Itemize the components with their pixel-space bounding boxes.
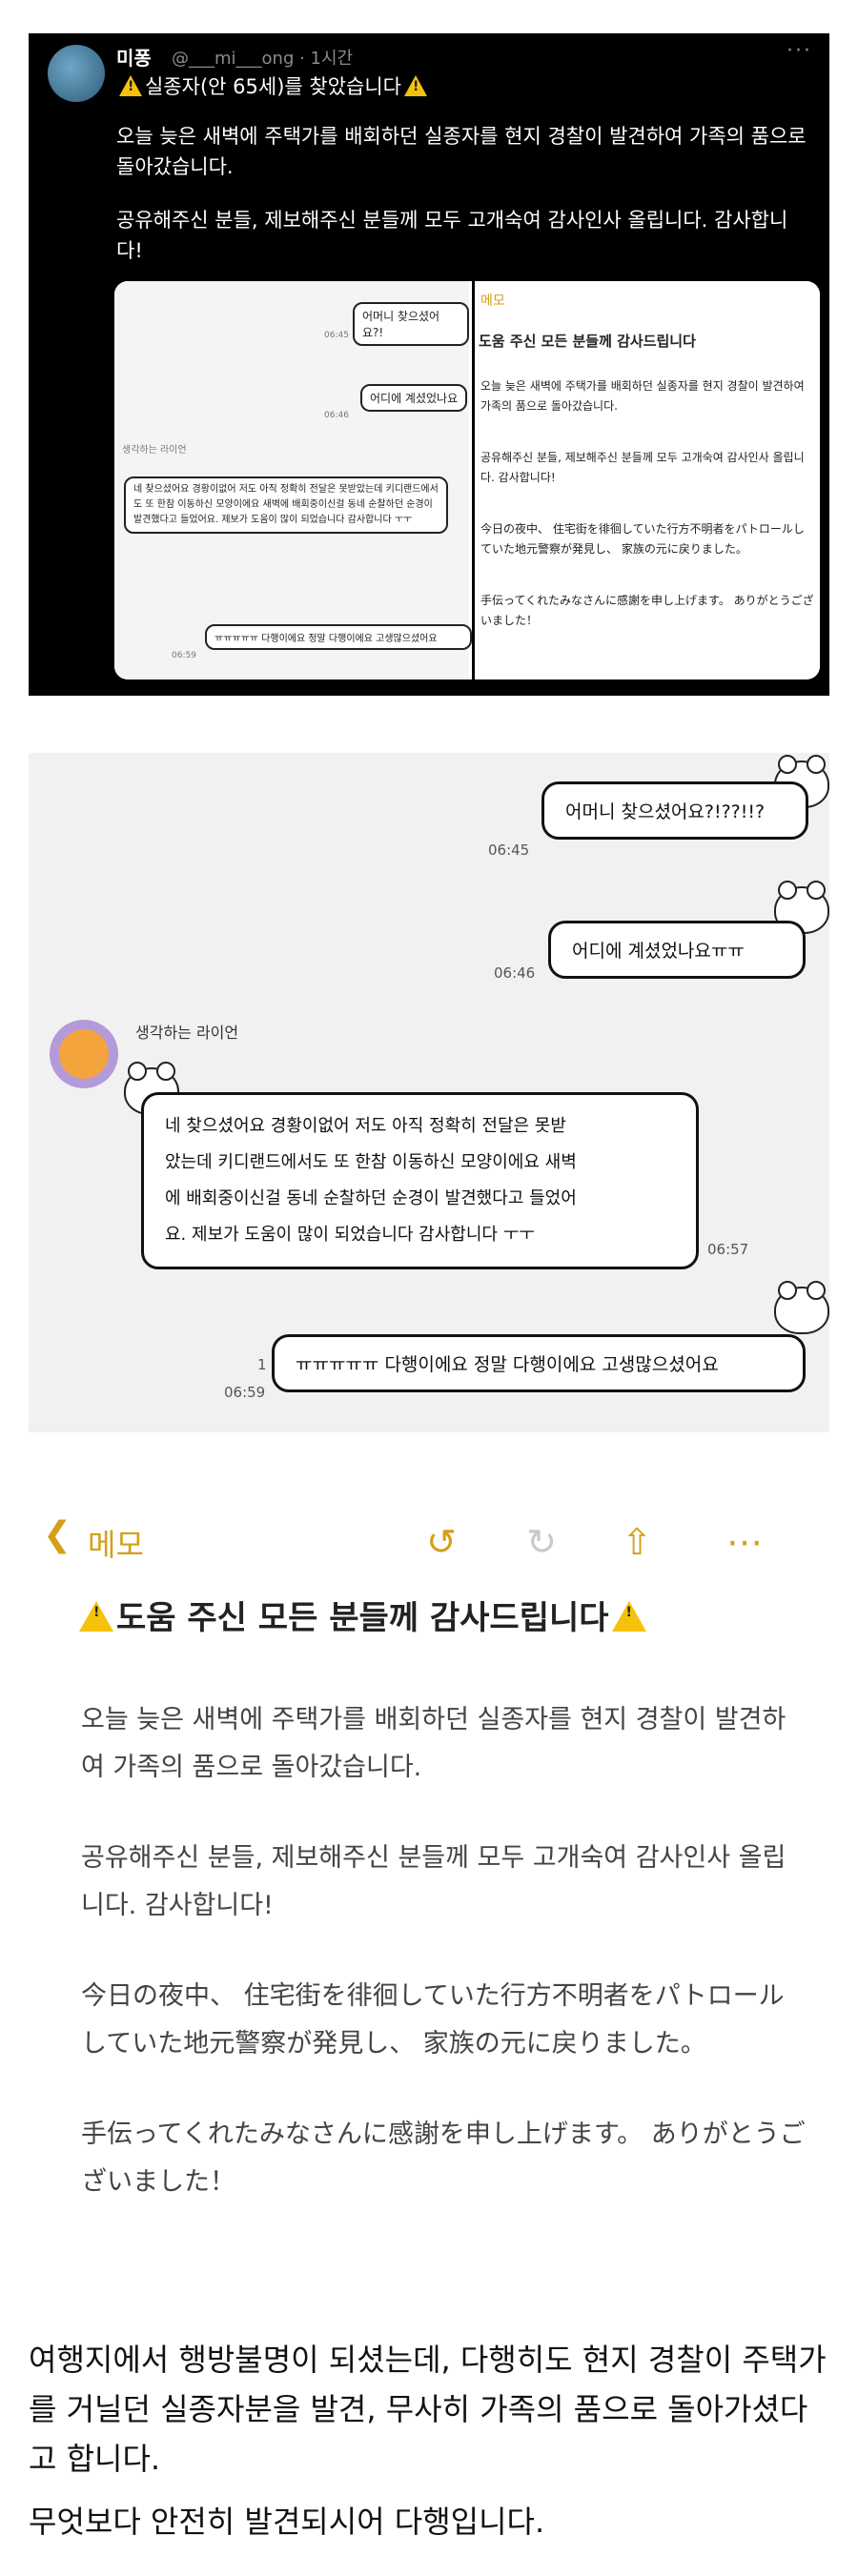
chat-sender: 생각하는 라이언 bbox=[122, 445, 187, 456]
media-chat-screenshot: 어머니 찾으셨어요?! 06:45 어디에 계셨었나요 06:46 생각하는 라… bbox=[114, 281, 472, 679]
tweet-title: 실종자(안 65세)를 찾았습니다 bbox=[116, 71, 430, 100]
undo-icon[interactable]: ↺ bbox=[419, 1520, 463, 1564]
chat-screenshot: 어머니 찾으셨어요?!??!!? 06:45 어디에 계셨었나요ㅠㅠ 06:46… bbox=[29, 753, 829, 1432]
memo-paragraph: 오늘 늦은 새벽에 주택가를 배회하던 실종자를 현지 경찰이 발견하여 가족의… bbox=[480, 379, 805, 413]
avatar[interactable] bbox=[48, 45, 105, 102]
chat-bubble: 어디에 계셨었나요 bbox=[360, 384, 468, 412]
chat-bubble: 네 찾으셨어요 경황이없어 저도 아직 정확히 전달은 못받았는데 키디랜드에서… bbox=[124, 477, 448, 534]
chat-time: 06:45 bbox=[324, 331, 349, 340]
memo-paragraph: 공유해주신 분들, 제보해주신 분들께 모두 고개숙여 감사인사 올립니다. 감… bbox=[480, 451, 805, 484]
memo-paragraph: 공유해주신 분들, 제보해주신 분들께 모두 고개숙여 감사인사 올립니다. 감… bbox=[81, 1843, 786, 1920]
chat-bubble-outgoing: 어디에 계셨었나요ㅠㅠ bbox=[548, 921, 806, 979]
tweet-media[interactable]: 어머니 찾으셨어요?! 06:45 어디에 계셨었나요 06:46 생각하는 라… bbox=[114, 281, 820, 679]
chevron-left-icon[interactable]: ❮ bbox=[43, 1515, 72, 1554]
unread-count: 1 bbox=[257, 1356, 267, 1373]
chat-time: 06:46 bbox=[324, 411, 349, 420]
memo-screenshot: ❮ 메모 ↺ ↻ ⇧ ⋯ 도움 주신 모든 분들께 감사드립니다 오늘 늦은 새… bbox=[29, 1468, 829, 2230]
memo-title-text: 도움 주신 모든 분들께 감사드립니다 bbox=[116, 1599, 609, 1637]
chat-time: 06:45 bbox=[488, 842, 530, 859]
share-icon[interactable]: ⇧ bbox=[615, 1520, 659, 1564]
chat-sender-name: 생각하는 라이언 bbox=[135, 1024, 239, 1042]
chat-line: 에 배회중이신걸 동네 순찰하던 순경이 발견했다고 들었어 bbox=[165, 1188, 577, 1208]
chat-time: 06:59 bbox=[172, 651, 196, 660]
warning-icon bbox=[79, 1601, 113, 1632]
memo-title: 도움 주신 모든 분들께 감사드립니다 bbox=[76, 1592, 649, 1638]
memo-paragraph: 手伝ってくれたみなさんに感謝を申し上げます。 ありがとうございました！ bbox=[81, 2120, 806, 2197]
chat-bubble-incoming: 네 찾으셨어요 경황이없어 저도 아직 정확히 전달은 못받 았는데 키디랜드에… bbox=[141, 1092, 699, 1269]
ryan-avatar[interactable] bbox=[50, 1020, 118, 1088]
post-paragraph: 여행지에서 행방불명이 되셨는데, 다행히도 현지 경찰이 주택가를 거닐던 실… bbox=[29, 2342, 827, 2477]
tweet-body-paragraph: 공유해주신 분들, 제보해주신 분들께 모두 고개숙여 감사인사 올립니다. 감… bbox=[116, 209, 788, 262]
memo-back-button[interactable]: 메모 bbox=[88, 1521, 144, 1565]
ryan-face-icon bbox=[59, 1029, 109, 1079]
tweet-handle: @___mi___ong · 1시간 bbox=[172, 49, 354, 69]
memo-back-label: 메모 bbox=[480, 294, 505, 309]
chat-line: 네 찾으셨어요 경황이없어 저도 아직 정확히 전달은 못받 bbox=[165, 1116, 566, 1136]
memo-paragraph: 今日の夜中、 住宅街を徘徊していた行方不明者をパトロールしていた地元警察が発見し… bbox=[480, 522, 805, 556]
chat-time: 06:57 bbox=[707, 1241, 749, 1258]
post-paragraph: 무엇보다 안전히 발견되시어 다행입니다. bbox=[29, 2504, 545, 2540]
media-memo-screenshot: 메모 도움 주신 모든 분들께 감사드립니다 오늘 늦은 새벽에 주택가를 배회… bbox=[472, 281, 820, 679]
memo-title: 도움 주신 모든 분들께 감사드립니다 bbox=[479, 331, 696, 351]
tweet-body-paragraph: 오늘 늦은 새벽에 주택가를 배회하던 실종자를 현지 경찰이 발견하여 가족의… bbox=[116, 125, 807, 178]
warning-icon bbox=[119, 75, 142, 96]
chat-bubble-outgoing: 어머니 찾으셨어요?!??!!? bbox=[541, 781, 808, 840]
more-icon[interactable]: ··· bbox=[786, 39, 812, 63]
memo-title-text: 도움 주신 모든 분들께 감사드립니다 bbox=[479, 333, 696, 350]
memo-paragraph: 今日の夜中、 住宅街を徘徊していた行方不明者をパトロールしていた地元警察が発見し… bbox=[81, 1981, 785, 2059]
warning-icon bbox=[403, 75, 427, 96]
tweet-author-name[interactable]: 미퐁 bbox=[116, 43, 152, 71]
tweet-title-text: 실종자(안 65세)를 찾았습니다 bbox=[145, 75, 401, 98]
warning-icon bbox=[611, 1601, 646, 1632]
chat-line: 았는데 키디랜드에서도 또 한참 이동하신 모양이에요 새벽 bbox=[165, 1152, 577, 1172]
tweet-card: 미퐁 @___mi___ong · 1시간 ··· 실종자(안 65세)를 찾았… bbox=[29, 33, 829, 696]
chat-time: 06:46 bbox=[494, 964, 536, 982]
bear-sticker-icon bbox=[774, 1281, 829, 1334]
chat-line: 요. 제보가 도움이 많이 되었습니다 감사합니다 ㅜㅜ bbox=[165, 1225, 535, 1245]
memo-paragraph: 手伝ってくれたみなさんに感謝を申し上げます。 ありがとうございました！ bbox=[480, 594, 814, 627]
chat-bubble: 어머니 찾으셨어요?! bbox=[353, 302, 469, 346]
more-circle-icon[interactable]: ⋯ bbox=[723, 1520, 766, 1564]
chat-bubble: ㅠㅠㅠㅠㅠ 다행이에요 정말 다행이에요 고생많으셨어요 bbox=[205, 624, 472, 650]
chat-time: 06:59 bbox=[224, 1384, 266, 1401]
redo-icon[interactable]: ↻ bbox=[520, 1520, 563, 1564]
chat-bubble-outgoing: ㅠㅠㅠㅠㅠ 다행이에요 정말 다행이에요 고생많으셨어요 bbox=[272, 1334, 806, 1392]
memo-paragraph: 오늘 늦은 새벽에 주택가를 배회하던 실종자를 현지 경찰이 발견하여 가족의… bbox=[81, 1705, 786, 1782]
